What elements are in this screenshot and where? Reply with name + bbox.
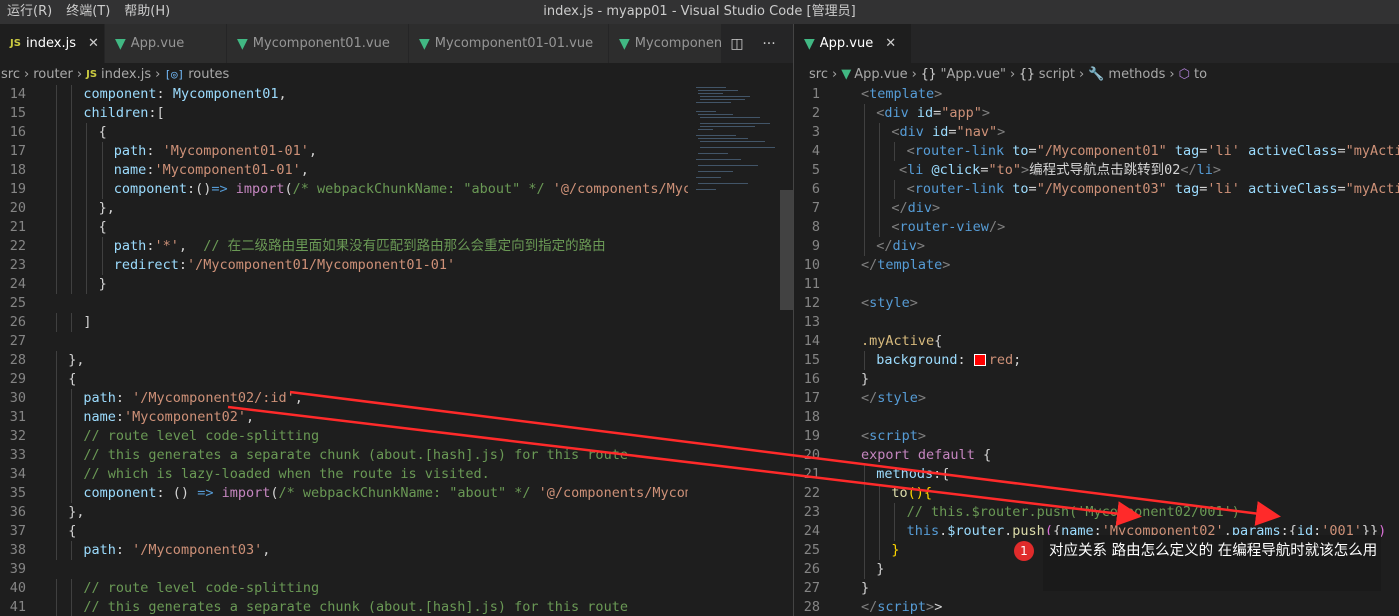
- callout-number-badge: 1: [1014, 541, 1034, 561]
- arrow-path-to-params: [289, 390, 1281, 526]
- annotation-arrows: [227, 390, 1281, 527]
- callout-text: 对应关系 路由怎么定义的 在编程导航时就该怎么用: [1049, 543, 1378, 559]
- arrow-name-to-name: [227, 405, 1142, 527]
